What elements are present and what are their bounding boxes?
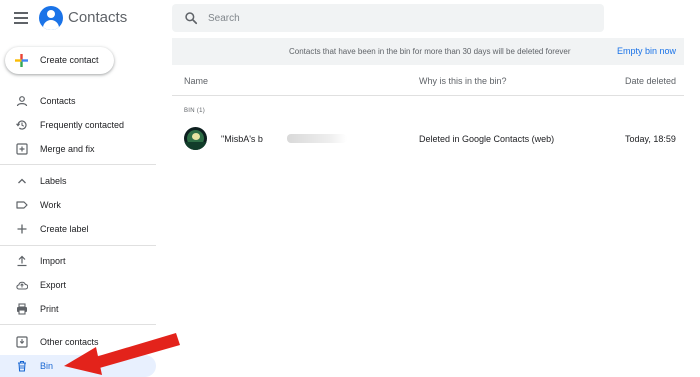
upload-icon [17, 255, 27, 267]
deleted-reason: Deleted in Google Contacts (web) [419, 134, 555, 144]
app-title: Contacts [68, 9, 128, 26]
chevron-up-icon [18, 178, 26, 184]
bin-info-banner: Contacts that have been in the bin for m… [172, 38, 684, 65]
label-icon [16, 201, 28, 209]
column-header-name[interactable]: Name [184, 76, 208, 86]
top-bar: Contacts [0, 0, 700, 38]
sidebar-divider [0, 164, 156, 165]
history-icon [16, 120, 27, 130]
trash-icon [18, 360, 26, 372]
sidebar-divider [0, 245, 156, 246]
banner-message: Contacts that have been in the bin for m… [289, 47, 571, 56]
colored-plus-icon [15, 54, 28, 67]
sidebar-item-merge-and-fix[interactable]: Merge and fix [0, 138, 156, 160]
sidebar-item-label: Bin [40, 361, 54, 371]
column-header-reason[interactable]: Why is this in the bin? [419, 76, 507, 86]
create-contact-label: Create contact [40, 55, 99, 65]
redacted-text [287, 134, 347, 143]
sidebar-item-contacts[interactable]: Contacts [0, 90, 156, 112]
search-icon [185, 12, 198, 25]
sidebar-item-frequently-contacted[interactable]: Frequently contacted [0, 114, 156, 136]
inbox-icon [16, 336, 28, 348]
empty-bin-now-button[interactable]: Empty bin now [617, 46, 676, 56]
sidebar-item-label: Print [40, 304, 59, 314]
contacts-logo-icon [39, 6, 63, 30]
sidebar-item-label: Merge and fix [40, 144, 95, 154]
sidebar-item-label: Frequently contacted [40, 120, 125, 130]
search-input[interactable] [208, 10, 588, 26]
sidebar-item-label: Import [40, 256, 66, 266]
sidebar-item-labels[interactable]: Labels [0, 170, 156, 192]
section-label: BIN (1) [184, 108, 206, 114]
printer-icon [17, 303, 27, 315]
cloud-icon [16, 281, 28, 290]
create-contact-button[interactable]: Create contact [5, 47, 114, 74]
person-icon [16, 96, 28, 107]
date-deleted: Today, 18:59 [625, 134, 676, 144]
sidebar-item-print[interactable]: Print [0, 298, 156, 320]
sidebar-item-other-contacts[interactable]: Other contacts [0, 331, 156, 353]
sidebar-item-bin[interactable]: Bin [0, 355, 156, 377]
hamburger-menu-icon[interactable] [14, 12, 28, 24]
sidebar-item-label: Other contacts [40, 337, 99, 347]
sidebar-item-create-label[interactable]: Create label [0, 218, 156, 240]
avatar [184, 127, 207, 150]
sidebar-item-label: Export [40, 280, 67, 290]
sidebar-item-export[interactable]: Export [0, 274, 156, 296]
search-bar[interactable] [172, 4, 604, 32]
contact-name: "MisbA's b [221, 134, 263, 144]
table-row[interactable]: "MisbA's b Deleted in Google Contacts (w… [172, 125, 684, 153]
merge-icon [16, 143, 28, 155]
sidebar-item-label: Contacts [40, 96, 76, 106]
sidebar-item-label: Work [40, 200, 61, 210]
table-header-divider [172, 95, 684, 96]
column-header-date-deleted[interactable]: Date deleted [625, 76, 676, 86]
plus-icon [17, 224, 27, 234]
sidebar-divider [0, 324, 156, 325]
sidebar-item-label: Labels [40, 176, 67, 186]
sidebar-item-work[interactable]: Work [0, 194, 156, 216]
sidebar-item-label: Create label [40, 224, 89, 234]
sidebar-item-import[interactable]: Import [0, 250, 156, 272]
